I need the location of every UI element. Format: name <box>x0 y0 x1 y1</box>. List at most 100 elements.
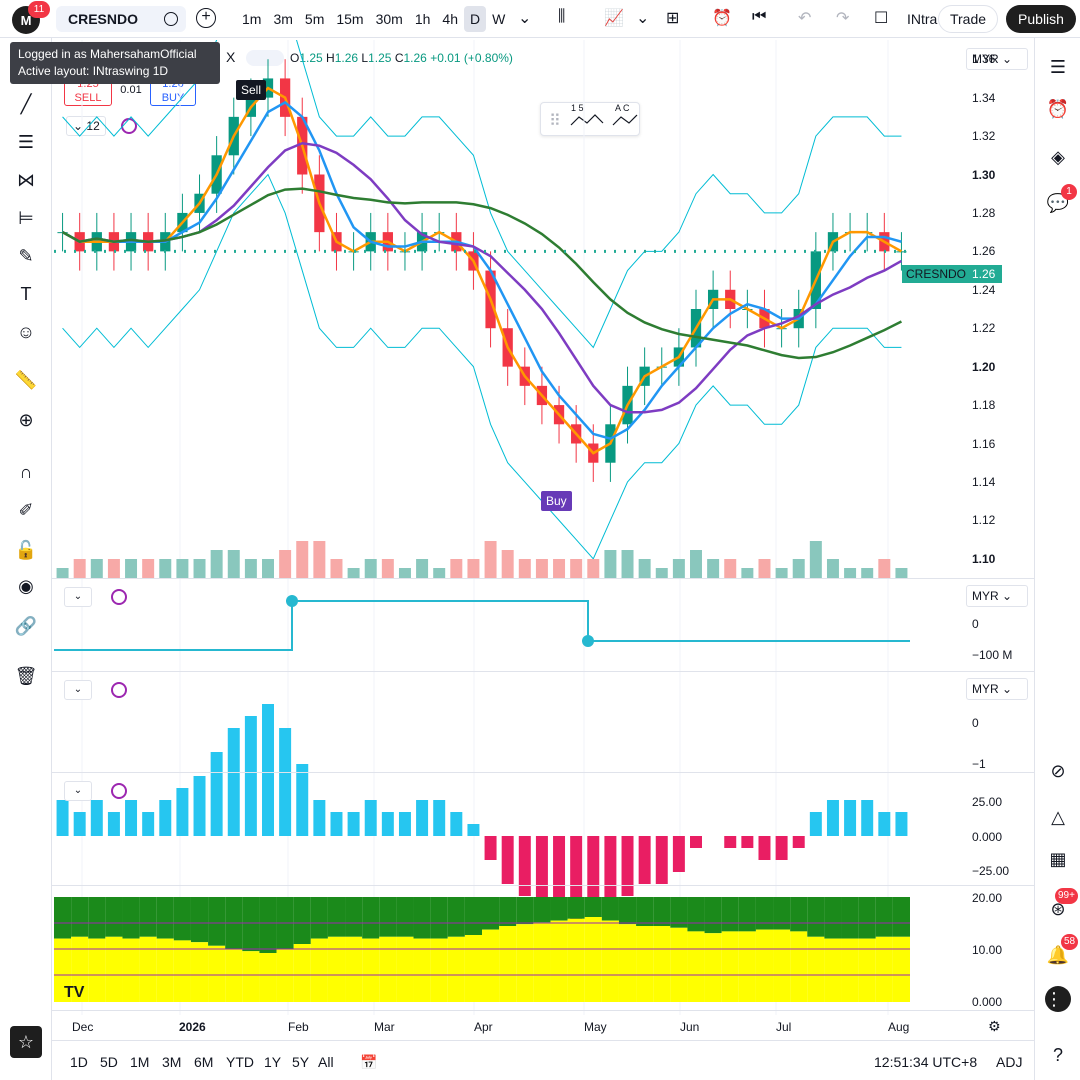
volume-bar <box>809 541 822 578</box>
publish-button[interactable]: Publish <box>1006 5 1076 33</box>
watchlist-icon[interactable]: ☰ <box>1045 54 1071 80</box>
layout-name[interactable]: INtra <box>907 11 937 27</box>
emoji-icon[interactable]: ☺ <box>14 320 38 344</box>
histogram-bar <box>416 800 429 836</box>
lock-icon[interactable]: 🔓 <box>14 538 38 562</box>
pane5-yellow-bar <box>225 949 243 1002</box>
interval-1h[interactable]: 1h <box>409 6 437 32</box>
pane4-axis-2: −25.00 <box>972 864 1010 878</box>
chevron-down-icon[interactable]: ⌄ <box>636 8 649 28</box>
interval-w[interactable]: W <box>486 6 511 32</box>
price-axis-label: 1.18 <box>972 398 996 413</box>
add-symbol-button[interactable]: + <box>196 8 216 28</box>
volume-bar <box>758 559 771 578</box>
fib-icon[interactable]: ⊨ <box>14 206 38 230</box>
replay-icon[interactable]: ⏮ <box>752 8 766 26</box>
chart-canvas[interactable] <box>54 40 964 1030</box>
interval-1m[interactable]: 1m <box>236 6 267 32</box>
pane4-collapse[interactable]: ⌄ <box>64 781 92 801</box>
histogram-bar <box>210 752 223 836</box>
pencil-lock-icon[interactable]: ✐ <box>14 498 38 522</box>
pane2-currency[interactable]: MYR ⌄ <box>966 585 1028 607</box>
range-1y[interactable]: 1Y <box>264 1054 281 1070</box>
pane2-axis-1: −100 M <box>972 648 1013 662</box>
calendar-icon[interactable]: ▦ <box>1045 846 1071 872</box>
histogram-bar <box>809 812 822 836</box>
layout-grid-icon[interactable]: ⊞ <box>666 8 679 28</box>
adj-toggle[interactable]: ADJ <box>996 1054 1022 1070</box>
ruler-icon[interactable]: 📏 <box>14 368 38 392</box>
eye-icon[interactable]: ◉ <box>14 574 38 598</box>
volume-bar <box>193 559 206 578</box>
candle-type-icon[interactable]: ⫼ <box>558 8 565 26</box>
range-1m[interactable]: 1M <box>130 1054 149 1070</box>
pane3-currency[interactable]: MYR ⌄ <box>966 678 1028 700</box>
volume-bar <box>672 559 685 578</box>
pane5-yellow-bar <box>362 938 380 1002</box>
volume-bar <box>330 559 343 578</box>
symbol-search[interactable]: CRESNDO <box>56 6 186 32</box>
interval-5m[interactable]: 5m <box>299 6 330 32</box>
histogram-bar <box>433 800 446 836</box>
trend-line-icon[interactable]: ╱ <box>14 92 38 116</box>
pane5-yellow-bar <box>790 931 808 1002</box>
drawing-toolbar: ╱ ☰ ⋈ ⊨ ✎ T ☺ 📏 ⊕ ∩ ✐ 🔓 ◉ 🔗 🗑 <box>0 38 52 1080</box>
favorites-star-icon[interactable]: ☆ <box>10 1026 42 1058</box>
alarm-clock-icon[interactable]: ⏰ <box>1045 96 1071 122</box>
goto-date-icon[interactable]: 📅 <box>360 1054 377 1071</box>
bottom-toolbar: 1D 5D 1M 3M 6M YTD 1Y 5Y All 📅 12:51:34 … <box>52 1040 1034 1080</box>
alert-icon[interactable]: ⏰ <box>712 8 732 28</box>
range-3m[interactable]: 3M <box>162 1054 181 1070</box>
interval-30m[interactable]: 30m <box>370 6 409 32</box>
trash-icon[interactable]: 🗑 <box>14 664 38 688</box>
tradingview-logo[interactable]: TV <box>64 984 84 1002</box>
range-6m[interactable]: 6M <box>194 1054 213 1070</box>
undo-icon[interactable]: ↶ <box>798 8 811 28</box>
text-icon[interactable]: T <box>14 282 38 306</box>
pane5-yellow-bar <box>464 935 482 1002</box>
interval-d[interactable]: D <box>463 6 487 32</box>
histogram-bar <box>56 800 69 836</box>
help-icon[interactable]: ? <box>1045 1042 1071 1068</box>
range-1d[interactable]: 1D <box>70 1054 88 1070</box>
chevron-down-icon[interactable]: ⌄ <box>518 8 531 28</box>
range-all[interactable]: All <box>318 1054 334 1070</box>
price-axis-label: 1.24 <box>972 282 996 297</box>
layers-icon[interactable]: ◈ <box>1045 144 1071 170</box>
refresh-icon[interactable] <box>111 682 127 698</box>
settings-gear-icon[interactable]: ⚙ <box>988 1018 1001 1035</box>
indicators-icon[interactable]: 📈 <box>604 8 624 28</box>
speedometer-icon[interactable]: ⊘ <box>1045 758 1071 784</box>
pane3-collapse[interactable]: ⌄ <box>64 680 92 700</box>
brush-icon[interactable]: ✎ <box>14 244 38 268</box>
interval-3m[interactable]: 3m <box>267 6 298 32</box>
trade-button[interactable]: Trade <box>938 5 998 33</box>
zoom-icon[interactable]: ⊕ <box>14 408 38 432</box>
horizontal-lines-icon[interactable]: ☰ <box>14 130 38 154</box>
redo-icon[interactable]: ↷ <box>836 8 849 28</box>
interval-15m[interactable]: 15m <box>330 6 369 32</box>
pane5-yellow-bar <box>310 938 328 1002</box>
link-icon[interactable]: 🔗 <box>14 614 38 638</box>
fullscreen-icon[interactable]: ☐ <box>874 8 888 28</box>
interval-4h[interactable]: 4h <box>436 6 464 32</box>
pattern-icon[interactable]: ⋈ <box>14 168 38 192</box>
pane2-collapse[interactable]: ⌄ <box>64 587 92 607</box>
compare-symbol-icon[interactable] <box>164 12 178 26</box>
range-5d[interactable]: 5D <box>100 1054 118 1070</box>
volume-bar <box>142 559 155 578</box>
pane5-yellow-bar <box>584 917 602 1002</box>
pane2-step-line <box>54 600 910 651</box>
price-axis-label: 1.14 <box>972 474 996 489</box>
magnet-icon[interactable]: ∩ <box>14 460 38 484</box>
apps-grid-icon[interactable]: ⋮⋮ <box>1045 986 1080 1012</box>
clock[interactable]: 12:51:34 UTC+8 <box>874 1054 977 1070</box>
refresh-icon[interactable] <box>111 783 127 799</box>
mountain-icon[interactable]: △ <box>1045 804 1071 830</box>
range-5y[interactable]: 5Y <box>292 1054 309 1070</box>
time-label-2026: 2026 <box>179 1020 206 1034</box>
pane5-yellow-bar <box>755 929 774 1002</box>
histogram-bar <box>176 788 189 836</box>
refresh-icon[interactable] <box>111 589 127 605</box>
range-ytd[interactable]: YTD <box>226 1054 254 1070</box>
